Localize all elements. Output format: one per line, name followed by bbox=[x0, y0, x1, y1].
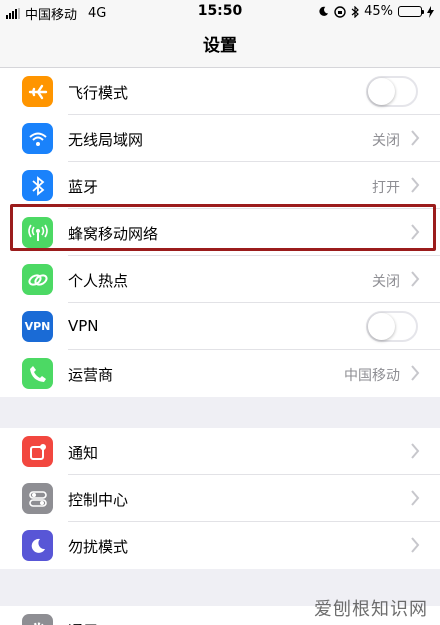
chevron-right-icon bbox=[411, 490, 420, 506]
row-label: 通用 bbox=[68, 620, 98, 625]
row-notifications[interactable]: 通知 bbox=[0, 428, 440, 475]
hotspot-icon bbox=[22, 264, 53, 295]
row-cellular[interactable]: 蜂窝移动网络 bbox=[0, 209, 440, 256]
status-bar: 中国移动 4G 15:50 45% bbox=[0, 0, 440, 24]
settings-group-connectivity: 飞行模式 无线局域网 关闭 蓝牙 打开 蜂窝移动网络 个人热点 关闭 VPN V… bbox=[0, 68, 440, 397]
row-do-not-disturb[interactable]: 勿扰模式 bbox=[0, 522, 440, 569]
row-value: 打开 bbox=[372, 180, 400, 196]
row-label: 飞行模式 bbox=[68, 84, 129, 102]
battery-icon bbox=[398, 6, 424, 17]
row-value: 关闭 bbox=[372, 133, 400, 149]
chevron-right-icon bbox=[411, 271, 420, 287]
row-hotspot[interactable]: 个人热点 关闭 bbox=[0, 256, 440, 303]
row-label: 运营商 bbox=[68, 366, 114, 384]
moon-status-icon bbox=[319, 6, 329, 16]
chevron-right-icon bbox=[411, 224, 420, 240]
row-airplane-mode: 飞行模式 bbox=[0, 68, 440, 115]
page-title: 设置 bbox=[203, 36, 237, 56]
moon-icon bbox=[22, 530, 53, 561]
row-label: 无线局域网 bbox=[68, 131, 144, 149]
airplane-mode-toggle[interactable] bbox=[366, 76, 418, 107]
chevron-right-icon bbox=[411, 177, 420, 193]
chevron-right-icon bbox=[411, 365, 420, 381]
row-label: 个人热点 bbox=[68, 272, 129, 290]
row-vpn: VPN VPN bbox=[0, 303, 440, 350]
vpn-icon: VPN bbox=[22, 311, 53, 342]
row-label: 蓝牙 bbox=[68, 178, 99, 196]
row-label: 勿扰模式 bbox=[68, 538, 129, 556]
chevron-right-icon bbox=[411, 443, 420, 459]
watermark-logo: 爱刨根知识网 bbox=[314, 599, 428, 620]
vpn-toggle[interactable] bbox=[366, 311, 418, 342]
vpn-icon-text: VPN bbox=[24, 320, 51, 333]
charging-icon bbox=[427, 5, 434, 18]
control-center-icon bbox=[22, 483, 53, 514]
nav-bar: 设置 bbox=[0, 24, 440, 68]
battery-percent: 45% bbox=[364, 4, 393, 19]
row-value: 中国移动 bbox=[344, 368, 400, 384]
row-value: 关闭 bbox=[372, 274, 400, 290]
row-label: 蜂窝移动网络 bbox=[68, 225, 159, 243]
row-control-center[interactable]: 控制中心 bbox=[0, 475, 440, 522]
row-bluetooth[interactable]: 蓝牙 打开 bbox=[0, 162, 440, 209]
cellular-icon bbox=[22, 217, 53, 248]
airplane-icon bbox=[22, 76, 53, 107]
chevron-right-icon bbox=[411, 130, 420, 146]
bluetooth-icon bbox=[22, 170, 53, 201]
row-label: 控制中心 bbox=[68, 491, 129, 509]
notification-icon bbox=[22, 436, 53, 467]
row-carrier[interactable]: 运营商 中国移动 bbox=[0, 350, 440, 397]
orientation-lock-icon bbox=[334, 5, 346, 18]
gear-icon bbox=[22, 614, 53, 625]
row-wifi[interactable]: 无线局域网 关闭 bbox=[0, 115, 440, 162]
row-label: 通知 bbox=[68, 444, 99, 462]
row-label: VPN bbox=[68, 317, 99, 335]
chevron-right-icon bbox=[411, 537, 420, 553]
phone-icon bbox=[22, 358, 53, 389]
bluetooth-status-icon bbox=[351, 5, 359, 18]
wifi-icon bbox=[22, 123, 53, 154]
settings-group-notifications: 通知 控制中心 勿扰模式 bbox=[0, 428, 440, 569]
